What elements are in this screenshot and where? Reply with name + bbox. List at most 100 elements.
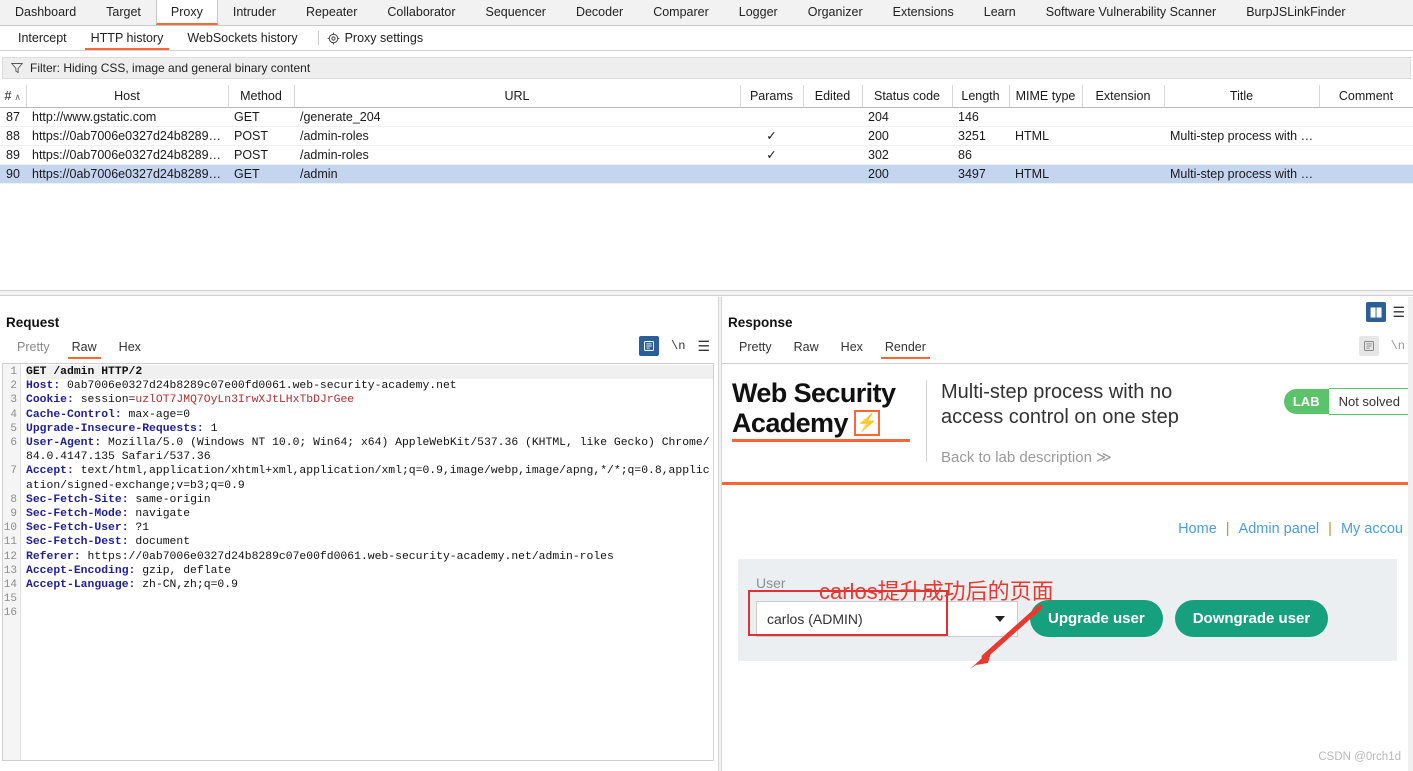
column-header-extension[interactable]: Extension [1082, 85, 1165, 108]
main-tab-proxy[interactable]: Proxy [155, 0, 218, 25]
cell-num: 89 [0, 145, 26, 165]
request-raw-text[interactable]: GET /admin HTTP/2 Host: 0ab7006e0327d24b8… [21, 364, 713, 760]
cell-num: 90 [0, 164, 26, 184]
lab-title: Multi-step process with no access contro… [941, 381, 1179, 428]
column-header-mime-type[interactable]: MIME type [1009, 85, 1083, 108]
newline-icon[interactable]: \n [671, 339, 685, 353]
main-tab-comparer[interactable]: Comparer [638, 0, 724, 25]
column-header-comment[interactable]: Comment [1319, 85, 1413, 108]
request-line: Cache-Control: max-age=0 [26, 408, 191, 421]
main-tab-intruder[interactable]: Intruder [218, 0, 291, 25]
column-header-url[interactable]: URL [294, 85, 741, 108]
column-header-status-code[interactable]: Status code [862, 85, 953, 108]
main-tab-collaborator[interactable]: Collaborator [372, 0, 470, 25]
column-header-method[interactable]: Method [228, 85, 295, 108]
line-number: 7 [10, 465, 17, 478]
menu-icon[interactable]: ☰ [697, 339, 710, 353]
newline-icon[interactable]: \n [1391, 339, 1405, 353]
format-icon[interactable] [1358, 336, 1379, 356]
column-header-params[interactable]: Params [740, 85, 804, 108]
cell-extension [1082, 145, 1164, 165]
table-row[interactable]: 87 http://www.gstatic.com GET/generate_204… [0, 107, 1413, 127]
http-history-table-container[interactable]: # ∧ Host Method URL Params Edited Status code Le… [0, 85, 1413, 285]
main-tab-extensions[interactable]: Extensions [878, 0, 969, 25]
nav-link-admin-panel[interactable]: Admin panel [1239, 521, 1320, 537]
cell-extension [1082, 107, 1164, 127]
cell-host: https://0ab7006e0327d24b8289… [26, 126, 228, 146]
cell-edited [803, 164, 862, 184]
layout-menu-icon[interactable]: ☰ [1392, 305, 1405, 319]
response-pane-title: Response [728, 315, 793, 330]
main-tab-repeater[interactable]: Repeater [291, 0, 372, 25]
main-tab-sequencer[interactable]: Sequencer [470, 0, 560, 25]
line-number: 9 [10, 508, 17, 521]
cell-length: 3497 [952, 164, 1009, 184]
back-to-lab-description-link[interactable]: Back to lab description ≫ [941, 448, 1223, 466]
response-tab-raw[interactable]: Raw [783, 337, 830, 359]
lab-status-badge: LAB Not solved [1283, 386, 1413, 416]
watermark-text: CSDN @0rch1d [1318, 751, 1401, 763]
request-line: Sec-Fetch-Mode: navigate [26, 508, 191, 521]
column-header-label: Method [240, 88, 282, 103]
main-tab-learn[interactable]: Learn [969, 0, 1031, 25]
request-line: Sec-Fetch-Dest: document [26, 536, 191, 549]
proxy-settings-button[interactable]: Proxy settings [327, 31, 423, 45]
lab-status-text: Not solved [1328, 387, 1413, 415]
response-scrollbar[interactable] [1408, 297, 1413, 771]
request-line: Accept-Language: zh-CN,zh;q=0.9 [26, 579, 238, 592]
column-header-[interactable]: # ∧ [0, 85, 27, 108]
table-row[interactable]: 89 https://0ab7006e0327d24b8289… POST/admi… [0, 145, 1413, 165]
rendered-response: Web Security Academy ⚡ Multi-step proces… [722, 363, 1413, 771]
cell-mime [1009, 145, 1082, 165]
horizontal-splitter[interactable] [0, 290, 1413, 296]
cell-edited [803, 145, 862, 165]
annotation-arrow-icon [970, 604, 1043, 669]
column-header-host[interactable]: Host [26, 85, 229, 108]
filter-bar[interactable]: Filter: Hiding CSS, image and general bi… [2, 57, 1411, 79]
column-header-label: Extension [1095, 88, 1151, 103]
main-tab-decoder[interactable]: Decoder [561, 0, 638, 25]
cell-status: 200 [862, 164, 952, 184]
main-tab-burpjslinkfinder[interactable]: BurpJSLinkFinder [1231, 0, 1360, 25]
cell-num: 88 [0, 126, 26, 146]
request-tools: \n ☰ [639, 336, 710, 356]
line-number: 11 [3, 536, 17, 549]
request-line [26, 592, 713, 606]
split-view-icon[interactable] [1366, 302, 1387, 322]
request-tab-raw[interactable]: Raw [61, 337, 108, 359]
table-row[interactable]: 88 https://0ab7006e0327d24b8289… POST/admi… [0, 126, 1413, 146]
response-tab-pretty[interactable]: Pretty [728, 337, 783, 359]
cell-comment [1319, 126, 1413, 146]
main-tab-dashboard[interactable]: Dashboard [0, 0, 91, 25]
nav-link-my-accou[interactable]: My accou [1341, 521, 1403, 537]
downgrade-user-button[interactable]: Downgrade user [1174, 600, 1329, 637]
request-tab-pretty[interactable]: Pretty [6, 337, 61, 359]
nav-link-home[interactable]: Home [1178, 521, 1217, 537]
cell-host: https://0ab7006e0327d24b8289… [26, 145, 228, 165]
main-tab-software-vulnerability-scanner[interactable]: Software Vulnerability Scanner [1031, 0, 1231, 25]
sub-tab-intercept[interactable]: Intercept [6, 28, 79, 49]
response-tab-render[interactable]: Render [874, 337, 937, 359]
format-icon[interactable] [639, 336, 660, 356]
sub-tab-websockets-history[interactable]: WebSockets history [175, 28, 309, 49]
lab-badge-label: LAB [1283, 388, 1329, 414]
request-tab-hex[interactable]: Hex [108, 337, 152, 359]
response-tab-hex[interactable]: Hex [830, 337, 874, 359]
main-tab-logger[interactable]: Logger [724, 0, 793, 25]
column-header-title[interactable]: Title [1164, 85, 1320, 108]
column-header-length[interactable]: Length [952, 85, 1010, 108]
logo-line-1: Web Security [732, 378, 896, 408]
response-pane: ☰ Response Pretty Raw Hex Render \n Web … [722, 297, 1413, 771]
cell-status: 302 [862, 145, 952, 165]
cell-url: /admin [294, 164, 740, 184]
cell-params [740, 107, 803, 127]
cell-edited [803, 107, 862, 127]
request-editor[interactable]: 1 2 3 4 5 6 7 8 9 10 11 12 13 14 15 16 GET /admin HTTP/… [2, 363, 714, 761]
table-row[interactable]: 90 https://0ab7006e0327d24b8289… GET/admin… [0, 164, 1413, 184]
column-header-edited[interactable]: Edited [803, 85, 863, 108]
sub-tab-http-history[interactable]: HTTP history [79, 28, 176, 50]
request-line: Accept: text/html,application/xhtml+xml,… [26, 465, 710, 492]
main-tab-organizer[interactable]: Organizer [793, 0, 878, 25]
cell-method: POST [228, 126, 294, 146]
main-tab-target[interactable]: Target [91, 0, 156, 25]
